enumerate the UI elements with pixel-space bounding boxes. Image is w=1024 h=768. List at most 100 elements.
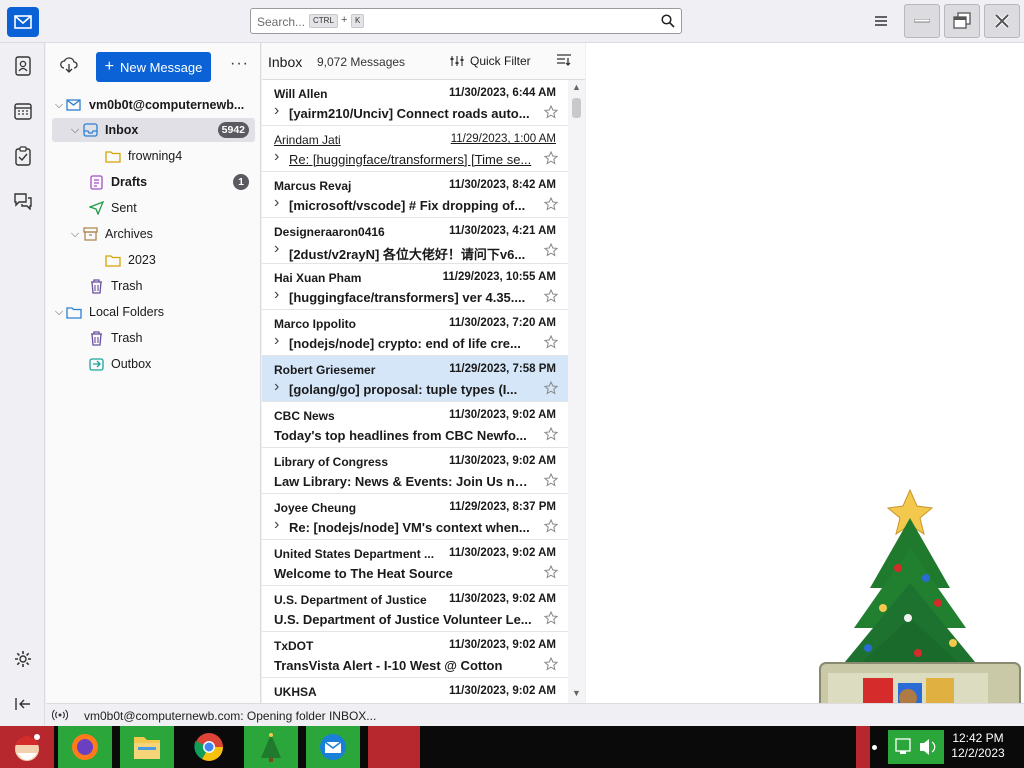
chat-icon[interactable] [12,190,34,212]
star-icon[interactable] [544,427,558,441]
search-input[interactable]: Search... CTRL + K [250,8,682,34]
folder-2023[interactable]: 2023 [52,248,255,272]
system-tray[interactable] [888,730,944,764]
thunderbird-taskbar-icon[interactable] [306,726,360,768]
message-row[interactable]: U.S. Department of Justice 11/30/2023, 9:… [262,586,568,632]
christmas-tree-gadget[interactable] [808,478,1024,726]
star-icon[interactable] [544,151,558,165]
message-list-scrollbar[interactable]: ▲ ▼ [568,80,585,703]
folder-archives[interactable]: ⌵ Archives [52,222,255,246]
clock-time: 12:42 PM [952,731,1004,745]
taskbar-clock[interactable]: 12:42 PM 12/2/2023 [948,731,1008,761]
message-row[interactable]: Designeraaron0416 11/30/2023, 4:21 AM › [2d… [262,218,568,264]
folder-local-trash[interactable]: Trash [52,326,255,350]
thread-expand-icon[interactable]: › [274,286,279,304]
message-subject: [golang/go] proposal: tuple types (I... [289,382,518,397]
thread-expand-icon[interactable]: › [274,378,279,396]
message-subject: U.S. Department of Justice Volunteer Le.… [274,612,532,627]
christmas-tree-taskbar-icon[interactable] [244,726,298,768]
message-row[interactable]: Will Allen 11/30/2023, 6:44 AM › [yairm210/… [262,80,568,126]
message-sender: Will Allen [274,87,328,101]
message-row[interactable]: Hai Xuan Pham 11/29/2023, 10:55 AM › [huggi… [262,264,568,310]
search-icon[interactable] [661,14,675,31]
message-subject: Re: [nodejs/node] VM's context when... [289,520,530,535]
message-row[interactable]: Robert Griesemer 11/29/2023, 7:58 PM › [gol… [262,356,568,402]
thread-expand-icon[interactable]: › [274,102,279,120]
message-row[interactable]: Marcus Revaj 11/30/2023, 8:42 AM › [microso… [262,172,568,218]
file-explorer-taskbar-icon[interactable] [120,726,174,768]
get-messages-icon[interactable] [60,57,78,76]
message-subject: [huggingface/transformers] ver 4.35.... [289,290,526,305]
folder-pane-more-button[interactable]: ··· [230,55,249,73]
message-row[interactable]: Library of Congress 11/30/2023, 9:02 AM La… [262,448,568,494]
star-icon[interactable] [544,381,558,395]
chevron-down-icon[interactable]: ⌵ [68,228,82,241]
scroll-up-icon[interactable]: ▲ [572,82,581,92]
app-menu-icon[interactable] [872,13,890,29]
thread-expand-icon[interactable]: › [274,516,279,534]
local-trash-label: Trash [111,331,143,345]
message-row[interactable]: CBC News 11/30/2023, 9:02 AM Today's top h… [262,402,568,448]
star-icon[interactable] [544,335,558,349]
quick-filter-button[interactable]: Quick Filter [450,54,531,68]
star-icon[interactable] [544,289,558,303]
folder-sent[interactable]: Sent [52,196,255,220]
restore-button[interactable] [944,4,980,38]
thread-expand-icon[interactable]: › [274,148,279,166]
message-row[interactable]: Arindam Jati 11/29/2023, 1:00 AM › Re: [hug… [262,126,568,172]
thread-expand-icon[interactable]: › [274,240,279,258]
shortcut-plus: + [341,14,348,26]
show-desktop-button[interactable] [856,726,870,768]
address-book-icon[interactable] [12,55,34,77]
firefox-taskbar-icon[interactable] [58,726,112,768]
collapse-toolbar-icon[interactable] [12,693,34,715]
list-display-options-icon[interactable] [556,53,572,70]
drafts-icon [88,174,104,190]
message-subject: [microsoft/vscode] # Fix dropping of... [289,198,526,213]
message-row[interactable]: TxDOT 11/30/2023, 9:02 AM TransVista Alert… [262,632,568,678]
star-icon[interactable] [544,611,558,625]
chevron-down-icon[interactable]: ⌵ [52,99,66,112]
folder-trash[interactable]: Trash [52,274,255,298]
scroll-down-icon[interactable]: ▼ [572,688,581,698]
start-button[interactable] [0,726,54,768]
folder-local-folders[interactable]: ⌵ Local Folders [52,300,255,324]
star-icon[interactable] [544,473,558,487]
close-button[interactable] [984,4,1020,38]
star-icon[interactable] [544,519,558,533]
trash-icon [88,278,104,294]
folder-outbox[interactable]: Outbox [52,352,255,376]
folder-inbox[interactable]: ⌵ Inbox 5942 [52,118,255,142]
scrollbar-thumb[interactable] [572,98,581,118]
calendar-icon[interactable] [12,100,34,122]
message-row[interactable]: UKHSA 11/30/2023, 9:02 AM [262,678,568,703]
thread-expand-icon[interactable]: › [274,194,279,212]
chevron-down-icon[interactable]: ⌵ [68,124,82,137]
chrome-taskbar-icon[interactable] [182,726,236,768]
folder-drafts[interactable]: Drafts 1 [52,170,255,194]
mail-app-icon[interactable] [7,7,39,37]
message-row[interactable]: United States Department ... 11/30/2023, … [262,540,568,586]
tasks-icon[interactable] [12,145,34,167]
star-icon[interactable] [544,565,558,579]
local-folders-label: Local Folders [89,305,165,319]
folder-frowning4[interactable]: frowning4 [52,144,255,168]
taskbar-app-button[interactable] [368,726,420,768]
thread-expand-icon[interactable]: › [274,332,279,350]
settings-gear-icon[interactable] [12,648,34,670]
message-row[interactable]: Joyee Cheung 11/29/2023, 8:37 PM › Re: [nod… [262,494,568,540]
message-sender: United States Department ... [274,547,435,561]
local-folders-icon [66,304,82,320]
archive-icon [82,226,98,242]
star-icon[interactable] [544,105,558,119]
star-icon[interactable] [544,657,558,671]
chevron-down-icon[interactable]: ⌵ [52,306,66,319]
message-row[interactable]: Marco Ippolito 11/30/2023, 7:20 AM › [nodej… [262,310,568,356]
minimize-button[interactable] [904,4,940,38]
new-message-button[interactable]: + New Message [96,52,211,82]
star-icon[interactable] [544,243,558,257]
connection-activity-icon [51,709,69,724]
star-icon[interactable] [544,197,558,211]
folder-account[interactable]: ⌵ vm0b0t@computernewb... [52,93,255,117]
message-list-header: Inbox 9,072 Messages Quick Filter [262,43,585,80]
